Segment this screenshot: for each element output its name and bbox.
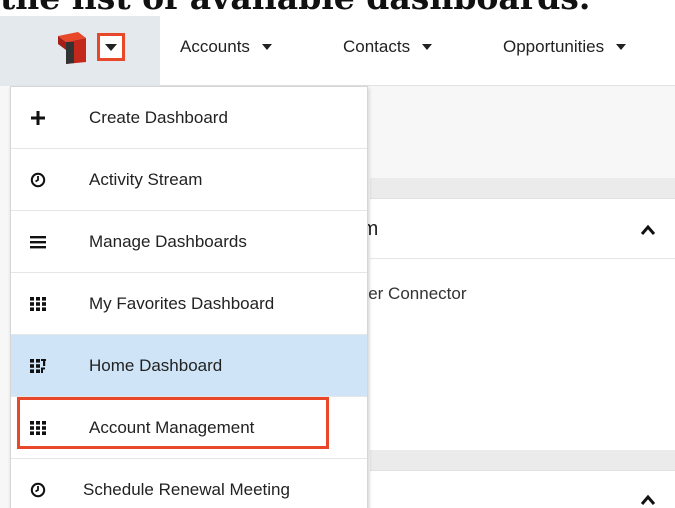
menu-item-activity-stream[interactable]: Activity Stream [11,149,367,211]
nav-opportunities-label: Opportunities [503,37,605,56]
clock-icon [27,479,49,501]
menu-item-schedule-renewal-meeting[interactable]: Schedule Renewal Meeting [11,459,367,508]
clock-icon [27,169,49,191]
menu-item-label: My Favorites Dashboard [89,293,275,313]
chevron-down-icon [105,43,117,51]
menu-item-label: Schedule Renewal Meeting [83,480,290,499]
menu-item-label: Home Dashboard [89,355,223,375]
dashlet-panel-2 [370,470,675,508]
menu-item-label: Activity Stream [89,169,203,189]
dashboard-grid-icon [27,355,49,377]
menu-item-manage-dashboards[interactable]: Manage Dashboards [11,211,367,273]
sugar-cube-logo-icon[interactable] [52,30,100,66]
nav-accounts[interactable]: Accounts [180,16,272,78]
dashboards-caret-button[interactable] [97,33,125,61]
menu-item-label: Create Dashboard [89,107,228,127]
instruction-caption: the list of available dashboards. [0,0,675,16]
grid-icon [27,293,49,315]
dashlet-divider [370,258,675,259]
menu-item-create-dashboard[interactable]: Create Dashboard [11,87,367,149]
dashboard-gap-2 [370,450,675,470]
top-nav-bar: Accounts Contacts Opportunities [0,16,675,86]
dashboard-header-area [370,86,675,178]
highlight-account-management [17,397,329,449]
menu-item-my-favorites-dashboard[interactable]: My Favorites Dashboard [11,273,367,335]
chevron-down-icon [422,44,433,50]
dashboard-gap [370,178,675,198]
logo-cell [0,16,160,86]
nav-contacts[interactable]: Contacts [343,16,433,78]
dashlet-body-text: itter Connector [355,284,467,303]
nav-accounts-label: Accounts [180,37,250,56]
chevron-down-icon [261,44,272,50]
chevron-down-icon [616,44,627,50]
plus-icon [27,107,49,129]
dashlet-panel [370,198,675,450]
nav-contacts-label: Contacts [343,37,411,56]
menu-item-home-dashboard[interactable]: Home Dashboard [11,335,367,397]
menu-item-label: Manage Dashboards [89,231,247,251]
list-icon [27,231,49,253]
nav-opportunities[interactable]: Opportunities [503,16,627,78]
